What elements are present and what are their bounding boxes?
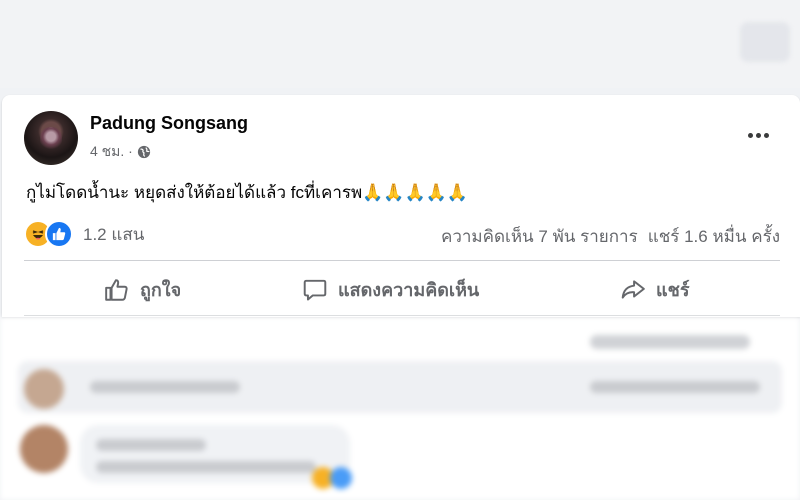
post-meta: 4 ชม. · <box>90 141 151 163</box>
top-bar <box>0 0 800 88</box>
thumbs-up-icon <box>105 278 128 301</box>
like-button[interactable]: ถูกใจ <box>104 275 181 304</box>
reactions-summary[interactable]: 1.2 แสน <box>24 220 144 248</box>
reactions-count: 1.2 แสน <box>83 224 145 244</box>
like-label: ถูกใจ <box>140 280 182 300</box>
post-text: กูไม่โดดน้ำนะ หยุดส่งให้ต้อยได้แล้ว fcที… <box>26 183 469 202</box>
share-arrow-icon <box>621 279 645 299</box>
comment-bubble <box>80 425 350 483</box>
engagement-stats: ความคิดเห็น 7 พัน รายการ แชร์ 1.6 หมื่น … <box>441 223 780 250</box>
composer-tools <box>590 381 760 393</box>
more-options-button[interactable] <box>740 125 776 145</box>
comment-author <box>96 439 206 451</box>
share-button[interactable]: แชร์ <box>620 275 690 304</box>
shares-count-link[interactable]: แชร์ 1.6 หมื่น ครั้ง <box>648 223 780 250</box>
author-name[interactable]: Padung Songsang <box>90 113 248 134</box>
comment-avatar <box>20 425 68 473</box>
comments-section-blurred <box>0 317 800 500</box>
divider <box>24 315 780 316</box>
comment-reaction-icon <box>330 467 352 489</box>
comment-sort-control[interactable] <box>590 335 750 349</box>
comments-count-link[interactable]: ความคิดเห็น 7 พัน รายการ <box>441 223 638 250</box>
comment-button[interactable]: แสดงความคิดเห็น <box>302 275 479 304</box>
like-reaction-icon <box>45 220 73 248</box>
comment-text <box>96 461 316 473</box>
post-card: Padung Songsang 4 ชม. · กูไม่โดดน้ำนะ หย… <box>2 95 800 317</box>
composer-placeholder <box>90 381 240 393</box>
comment-bubble-icon <box>303 279 327 301</box>
top-bar-button[interactable] <box>740 22 790 62</box>
globe-icon <box>137 145 150 159</box>
more-horizontal-icon <box>747 132 753 138</box>
comment-label: แสดงความคิดเห็น <box>338 280 480 300</box>
share-label: แชร์ <box>656 280 690 300</box>
commenter-avatar <box>24 369 64 409</box>
post-time[interactable]: 4 ชม. · <box>90 141 133 163</box>
divider <box>24 260 780 261</box>
author-avatar[interactable] <box>24 111 78 165</box>
